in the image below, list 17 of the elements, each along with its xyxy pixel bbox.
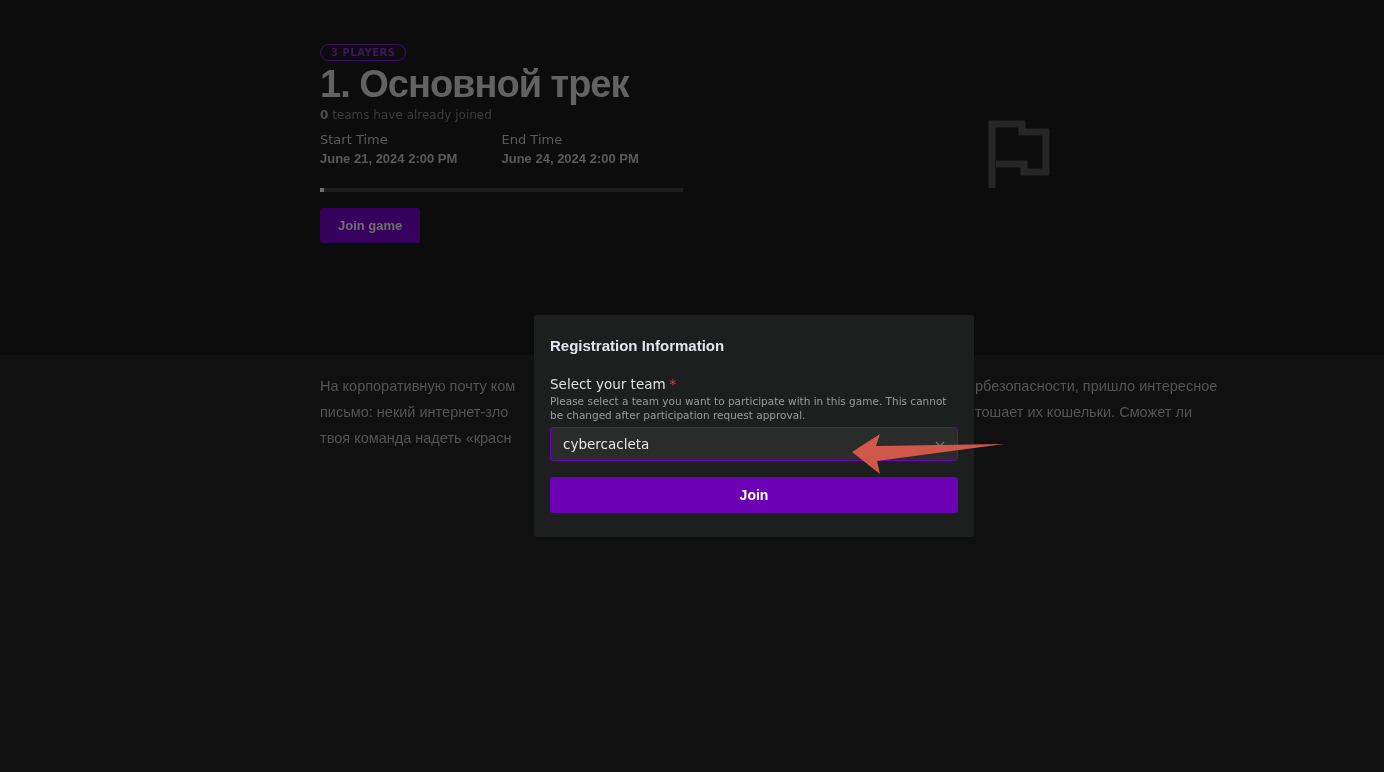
help-text: Please select a team you want to participate with in this game. This cannot be changed after participation request approval. bbox=[550, 395, 948, 422]
field-label: Select your team bbox=[550, 376, 666, 392]
dialog-title: Registration Information bbox=[550, 337, 726, 354]
start-time-label: Start Time bbox=[320, 132, 389, 147]
team-select[interactable]: cybercacleta bbox=[550, 427, 958, 461]
description-text: На корпоративную почту ком bbox=[320, 377, 517, 396]
description-text: письмо: некий интернет-зло bbox=[320, 403, 510, 422]
end-time-value: June 24, 2024 2:00 PM bbox=[501, 151, 640, 166]
required-mark: * bbox=[669, 376, 677, 392]
flag-icon bbox=[988, 120, 1050, 188]
description-text: тошает их кошельки. Сможет ли bbox=[975, 403, 1194, 422]
end-time-label: End Time bbox=[501, 132, 564, 147]
description-text: твоя команда надеть «красн bbox=[320, 429, 513, 448]
start-time-value: June 21, 2024 2:00 PM bbox=[320, 151, 459, 166]
description-text: рбезопасности, пришло интересное bbox=[975, 377, 1219, 396]
join-button[interactable]: Join bbox=[550, 477, 958, 513]
game-title: 1. Основной трек bbox=[320, 63, 629, 106]
